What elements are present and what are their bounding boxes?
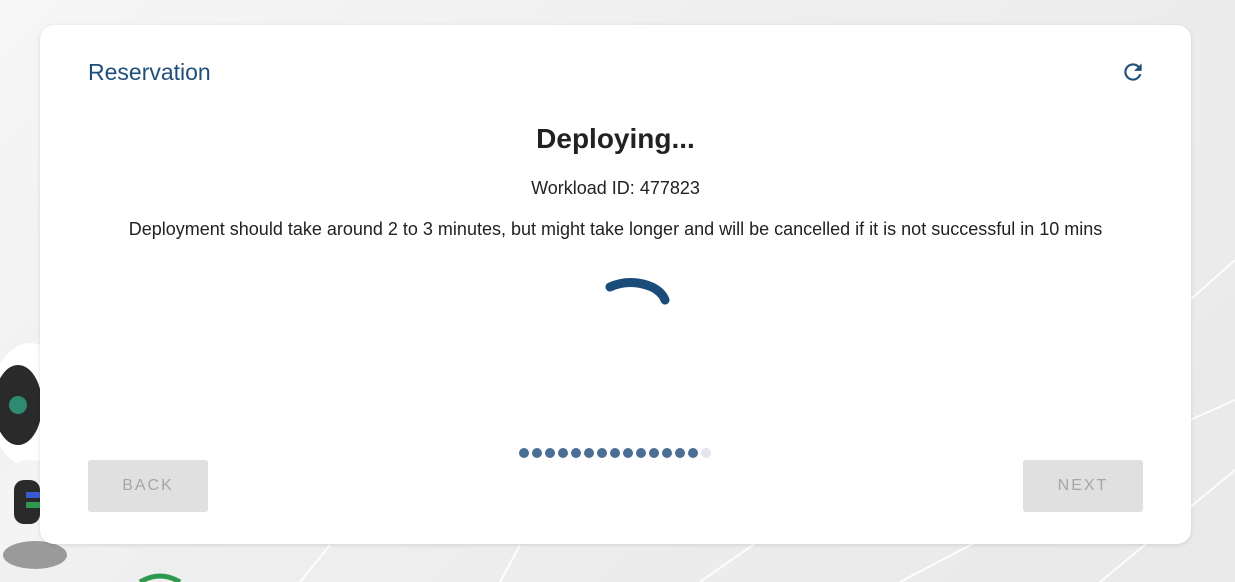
workload-id-label: Workload ID: [531,178,635,198]
next-button[interactable]: NEXT [1023,460,1143,512]
card-title: Reservation [88,59,211,85]
deployment-info-text: Deployment should take around 2 to 3 min… [128,219,1103,239]
loading-spinner [605,278,670,305]
step-dot [688,448,698,458]
deployment-status-title: Deploying... [536,123,695,154]
reservation-card: Reservation Deploying... Workload ID: 47… [40,25,1191,544]
workload-id-line: Workload ID: 477823 [40,178,1191,199]
step-dot [558,448,568,458]
step-dot [571,448,581,458]
step-dot [597,448,607,458]
step-dot [649,448,659,458]
step-dot [701,448,711,458]
step-dot [545,448,555,458]
refresh-button[interactable] [1120,59,1146,85]
step-dot [584,448,594,458]
step-dot [662,448,672,458]
refresh-icon [1124,63,1142,81]
progress-stepper [519,448,711,460]
step-dot [610,448,620,458]
back-button[interactable]: BACK [88,460,208,512]
step-dot [519,448,529,458]
workload-id-value: 477823 [639,178,700,198]
step-dot [636,448,646,458]
step-dot [532,448,542,458]
step-dot [623,448,633,458]
step-dot [675,448,685,458]
